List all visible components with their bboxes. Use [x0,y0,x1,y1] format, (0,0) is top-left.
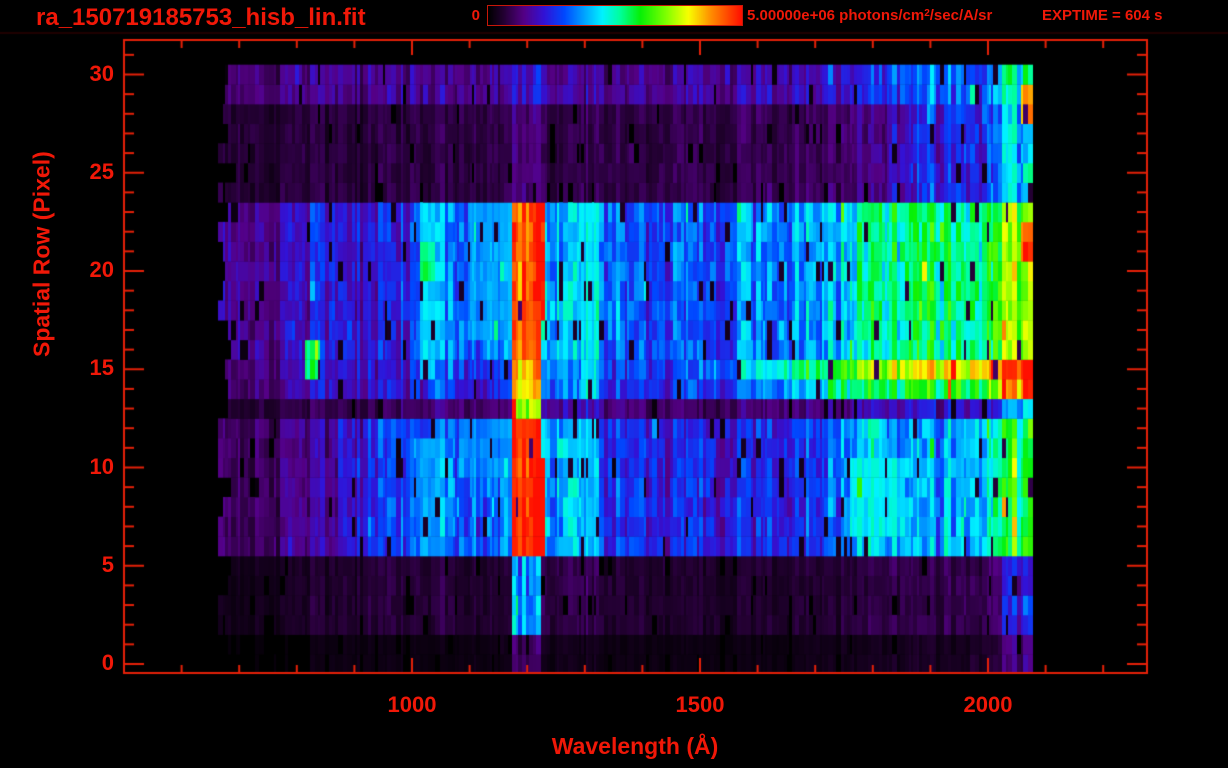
x-tick-label: 1000 [352,692,472,718]
colorbar-max-prefix: 5.00000e+06 photons/cm [747,7,924,24]
colorbar-max-suffix: /sec/A/sr [930,7,993,24]
colorbar-max-label: 5.00000e+06 photons/cm2/sec/A/sr [747,7,992,24]
y-tick-label: 5 [54,552,114,578]
colorbar-min-label: 0 [428,7,480,24]
x-tick-label: 1500 [640,692,760,718]
y-tick-label: 25 [54,159,114,185]
spectrogram-heatmap-canvas [0,0,1228,768]
exptime-label: EXPTIME = 604 s [1042,7,1162,24]
colorbar [487,5,743,26]
y-tick-label: 20 [54,257,114,283]
y-tick-label: 10 [54,454,114,480]
y-tick-label: 30 [54,61,114,87]
y-tick-label: 0 [54,650,114,676]
plot-title: ra_150719185753_hisb_lin.fit [36,4,366,32]
spectrogram-window: ra_150719185753_hisb_lin.fit 0 5.00000e+… [0,0,1228,768]
x-axis-title: Wavelength (Å) [435,733,835,760]
x-tick-label: 2000 [928,692,1048,718]
y-tick-label: 15 [54,355,114,381]
